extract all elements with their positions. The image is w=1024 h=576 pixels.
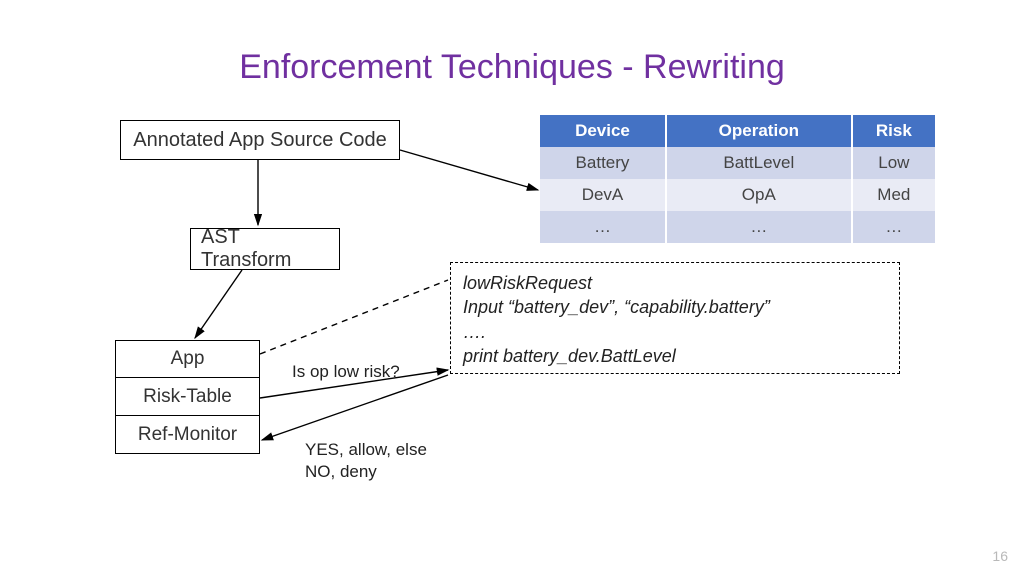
box-risk-table: Risk-Table bbox=[115, 378, 260, 416]
code-snippet-box: lowRiskRequest Input “battery_dev”, “cap… bbox=[450, 262, 900, 374]
box-annotated-source: Annotated App Source Code bbox=[120, 120, 400, 160]
slide-title: Enforcement Techniques - Rewriting bbox=[0, 48, 1024, 87]
page-number: 16 bbox=[992, 548, 1008, 564]
arrow-code-to-ref bbox=[262, 375, 448, 440]
arrow-source-to-table bbox=[400, 150, 538, 190]
table-row: Battery BattLevel Low bbox=[540, 147, 935, 179]
code-line: Input “battery_dev”, “capability.battery… bbox=[463, 295, 887, 319]
table-header: Operation bbox=[666, 115, 852, 147]
box-ast-transform: AST Transform bbox=[190, 228, 340, 270]
box-ref-monitor: Ref-Monitor bbox=[115, 416, 260, 454]
table-header: Device bbox=[540, 115, 666, 147]
risk-table: Device Operation Risk Battery BattLevel … bbox=[540, 115, 935, 243]
arrow-ast-to-app bbox=[195, 270, 242, 338]
table-row: … … … bbox=[540, 211, 935, 243]
table-row: DevA OpA Med bbox=[540, 179, 935, 211]
box-app: App bbox=[115, 340, 260, 378]
connector-app-to-code bbox=[260, 280, 448, 354]
label-no-deny: NO, deny bbox=[305, 462, 377, 482]
code-line: lowRiskRequest bbox=[463, 271, 887, 295]
code-line: …. bbox=[463, 320, 887, 344]
table-header: Risk bbox=[852, 115, 935, 147]
label-yes-allow: YES, allow, else bbox=[305, 440, 427, 460]
label-is-op-low-risk: Is op low risk? bbox=[292, 362, 400, 382]
code-line: print battery_dev.BattLevel bbox=[463, 344, 887, 368]
